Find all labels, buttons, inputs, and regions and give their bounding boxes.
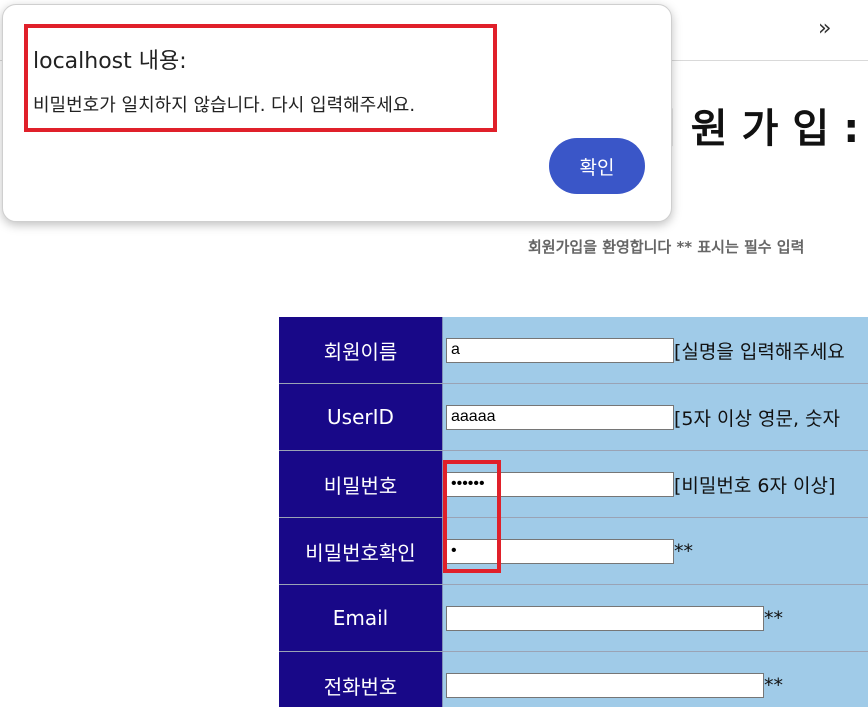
userid-hint: [5자 이상 영문, 숫자 xyxy=(674,407,841,430)
phone-hint: ** xyxy=(764,674,783,696)
password-confirm-hint: ** xyxy=(674,540,693,562)
password-confirm-label: 비밀번호확인 xyxy=(279,517,443,585)
browser-page: » 회원가입: 회원가입을 환영합니다 ** 표시는 필수 입력 회원이름 [실… xyxy=(0,0,868,707)
phone-input[interactable] xyxy=(446,672,764,698)
table-row: UserID [5자 이상 영문, 숫자 xyxy=(279,383,868,451)
name-input[interactable] xyxy=(446,337,674,363)
page-subtitle: 회원가입을 환영합니다 ** 표시는 필수 입력 xyxy=(528,238,805,256)
name-label: 회원이름 xyxy=(279,317,443,384)
page-title: 회원가입: xyxy=(640,106,868,152)
userid-label: UserID xyxy=(279,383,443,451)
signup-form-table: 회원이름 [실명을 입력해주세요 UserID [5자 이상 영문, 숫자 비밀… xyxy=(279,317,868,707)
table-row: Email ** xyxy=(279,584,868,652)
password-highlight-box xyxy=(443,460,501,573)
userid-input[interactable] xyxy=(446,404,674,430)
phone-field-cell: ** xyxy=(442,651,868,707)
password-hint: [비밀번호 6자 이상] xyxy=(674,474,836,497)
table-row: 전화번호 ** xyxy=(279,651,868,707)
chevron-right-icon[interactable]: » xyxy=(818,14,831,44)
email-field-cell: ** xyxy=(442,584,868,652)
password-field-cell: [비밀번호 6자 이상] xyxy=(442,450,868,518)
phone-label: 전화번호 xyxy=(279,651,443,707)
table-row: 비밀번호 [비밀번호 6자 이상] xyxy=(279,450,868,518)
table-row: 회원이름 [실명을 입력해주세요 xyxy=(279,317,868,384)
table-row: 비밀번호확인 ** xyxy=(279,517,868,585)
alert-dialog: localhost 내용: 비밀번호가 일치하지 않습니다. 다시 입력해주세요… xyxy=(2,4,672,222)
email-hint: ** xyxy=(764,607,783,629)
password-confirm-field-cell: ** xyxy=(442,517,868,585)
userid-field-cell: [5자 이상 영문, 숫자 xyxy=(442,383,868,451)
password-label: 비밀번호 xyxy=(279,450,443,518)
ok-button[interactable]: 확인 xyxy=(549,138,645,194)
email-input[interactable] xyxy=(446,605,764,631)
email-label: Email xyxy=(279,584,443,652)
name-hint: [실명을 입력해주세요 xyxy=(674,340,845,363)
dialog-highlight-box xyxy=(24,24,497,132)
name-field-cell: [실명을 입력해주세요 xyxy=(442,317,868,384)
